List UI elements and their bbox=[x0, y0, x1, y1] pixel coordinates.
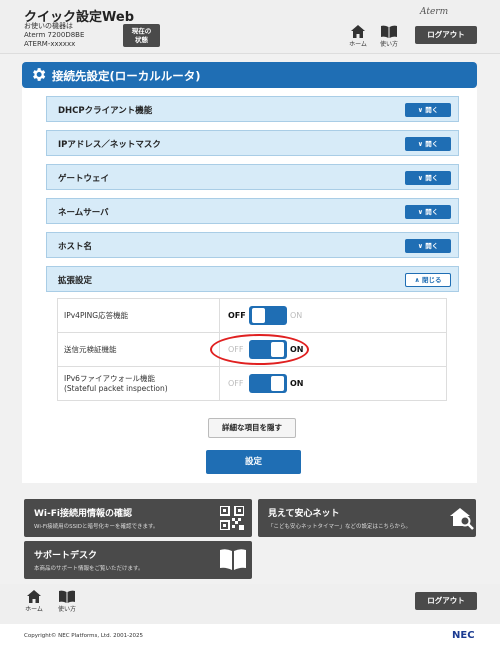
off-label: OFF bbox=[228, 311, 246, 320]
footer-bar: ホーム 使い方 ログアウト bbox=[0, 584, 500, 624]
howto-label: 使い方 bbox=[379, 41, 398, 48]
book-icon bbox=[220, 549, 246, 570]
setting-value: OFF ON bbox=[219, 366, 447, 401]
device-info-line: お使いの機器は bbox=[24, 22, 73, 30]
close-button[interactable]: ∧ 閉じる bbox=[405, 273, 451, 287]
section-header: 接続先設定(ローカルルータ) bbox=[22, 62, 477, 88]
gear-icon bbox=[33, 68, 46, 81]
setting-name: 送信元検証機能 bbox=[57, 332, 220, 367]
toggle-knob bbox=[271, 376, 284, 391]
open-button[interactable]: ∨ 開く bbox=[405, 137, 451, 151]
card-title: 見えて安心ネット bbox=[268, 509, 340, 519]
accordion-name-server[interactable]: ネームサーバ ∨ 開く bbox=[46, 198, 459, 224]
ipv4-ping-toggle[interactable] bbox=[249, 306, 287, 325]
book-icon bbox=[381, 25, 397, 38]
section-title: 接続先設定(ローカルルータ) bbox=[52, 69, 201, 83]
card-title: Wi-Fi接続用情報の確認 bbox=[34, 509, 132, 519]
accordion-extended-settings[interactable]: 拡張設定 ∧ 閉じる bbox=[46, 266, 459, 292]
open-button[interactable]: ∨ 開く bbox=[405, 239, 451, 253]
footer-logout-button[interactable]: ログアウト bbox=[415, 592, 477, 610]
logout-button[interactable]: ログアウト bbox=[415, 26, 477, 44]
setting-value: OFF ON bbox=[219, 298, 447, 333]
open-button[interactable]: ∨ 開く bbox=[405, 171, 451, 185]
accordion-host-name[interactable]: ホスト名 ∨ 開く bbox=[46, 232, 459, 258]
mieru-anshin-net-card[interactable]: 見えて安心ネット 「こども安心ネットタイマー」などの設定はこちらから。 bbox=[258, 499, 476, 537]
aterm-logo: Aterm bbox=[420, 7, 449, 17]
accordion-gateway[interactable]: ゲートウェイ ∨ 開く bbox=[46, 164, 459, 190]
accordion-label: IPアドレス／ネットマスク bbox=[58, 140, 161, 150]
home-search-icon bbox=[450, 508, 474, 530]
accordion-label: ホスト名 bbox=[58, 242, 93, 252]
howto-button[interactable]: 使い方 bbox=[375, 25, 403, 48]
home-label: ホーム bbox=[349, 41, 367, 48]
accordion-label: ネームサーバ bbox=[58, 208, 109, 218]
footer-home-button[interactable]: ホーム bbox=[20, 590, 48, 613]
device-info: お使いの機器は Aterm 7200D8BE ATERM-xxxxxx bbox=[24, 22, 84, 49]
card-description: 本商品のサポート情報をご覧いただけます。 bbox=[34, 566, 144, 572]
card-title: サポートデスク bbox=[34, 551, 98, 561]
home-icon bbox=[27, 590, 41, 603]
on-label: ON bbox=[290, 379, 304, 388]
highlight-ellipse bbox=[210, 334, 309, 365]
accordion-label: DHCPクライアント機能 bbox=[58, 106, 153, 116]
footer-howto-button[interactable]: 使い方 bbox=[53, 590, 81, 613]
current-status-button[interactable]: 現在の 状態 bbox=[123, 24, 160, 47]
accordion-label: 拡張設定 bbox=[58, 276, 93, 286]
off-label: OFF bbox=[228, 379, 244, 388]
accordion-label: ゲートウェイ bbox=[58, 174, 110, 184]
accordion-dhcp-client[interactable]: DHCPクライアント機能 ∨ 開く bbox=[46, 96, 459, 122]
setting-name: IPv6ファイアウォール機能 (Stateful packet inspecti… bbox=[57, 366, 220, 401]
ipv6-firewall-toggle[interactable] bbox=[249, 374, 287, 393]
support-desk-card[interactable]: サポートデスク 本商品のサポート情報をご覧いただけます。 bbox=[24, 541, 252, 579]
on-label: ON bbox=[290, 311, 303, 320]
card-description: 「こども安心ネットタイマー」などの設定はこちらから。 bbox=[268, 524, 412, 530]
setting-name: IPv4PING応答機能 bbox=[57, 298, 220, 333]
nec-logo: NEC bbox=[452, 630, 475, 641]
book-icon bbox=[59, 590, 75, 603]
home-button[interactable]: ホーム bbox=[344, 25, 372, 48]
hide-details-button[interactable]: 詳細な項目を隠す bbox=[208, 418, 296, 438]
toggle-knob bbox=[252, 308, 265, 323]
accordion-ip-address[interactable]: IPアドレス／ネットマスク ∨ 開く bbox=[46, 130, 459, 156]
status-label-line1: 現在の bbox=[131, 27, 152, 35]
device-name: ATERM-xxxxxx bbox=[24, 40, 76, 48]
card-description: Wi-Fi接続用のSSIDと暗号化キーを確認できます。 bbox=[34, 524, 159, 530]
howto-label: 使い方 bbox=[57, 606, 76, 613]
header: クイック設定Web お使いの機器は Aterm 7200D8BE ATERM-x… bbox=[0, 0, 500, 54]
copyright: Copyright© NEC Platforms, Ltd. 2001-2025 bbox=[24, 633, 144, 639]
status-label-line2: 状態 bbox=[135, 36, 148, 44]
table-row: IPv4PING応答機能 OFF ON bbox=[57, 298, 447, 333]
wifi-info-card[interactable]: Wi-Fi接続用情報の確認 Wi-Fi接続用のSSIDと暗号化キーを確認できます… bbox=[24, 499, 252, 537]
qr-code-icon bbox=[220, 506, 244, 530]
save-button[interactable]: 設定 bbox=[206, 450, 301, 474]
open-button[interactable]: ∨ 開く bbox=[405, 103, 451, 117]
open-button[interactable]: ∨ 開く bbox=[405, 205, 451, 219]
home-label: ホーム bbox=[25, 606, 43, 613]
table-row: IPv6ファイアウォール機能 (Stateful packet inspecti… bbox=[57, 366, 447, 401]
home-icon bbox=[351, 25, 365, 38]
device-model: Aterm 7200D8BE bbox=[24, 31, 85, 39]
